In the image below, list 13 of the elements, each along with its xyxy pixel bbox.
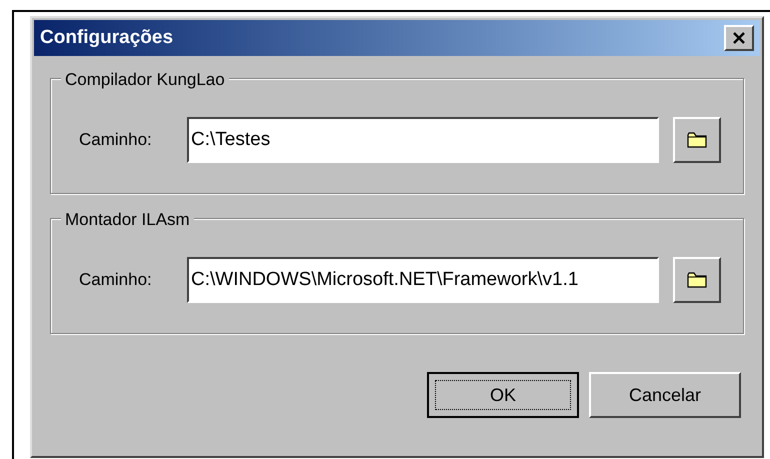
dialog-button[interactable]: Cancelar: [589, 372, 741, 418]
browse-button[interactable]: [673, 117, 721, 163]
field-label: Caminho:: [79, 129, 153, 152]
close-icon: [732, 31, 746, 45]
path-field[interactable]: C:\WINDOWS\Microsoft.NET\Framework\v1.1: [187, 257, 659, 303]
browse-button[interactable]: [673, 257, 721, 303]
folder-icon: [687, 132, 707, 148]
field-label: Caminho:: [79, 269, 153, 292]
close-button[interactable]: [724, 25, 754, 51]
dialog-button[interactable]: OK: [427, 372, 579, 418]
folder-icon: [687, 272, 707, 288]
window-title: Configurações: [40, 26, 174, 50]
path-field[interactable]: C:\Testes: [187, 117, 659, 163]
